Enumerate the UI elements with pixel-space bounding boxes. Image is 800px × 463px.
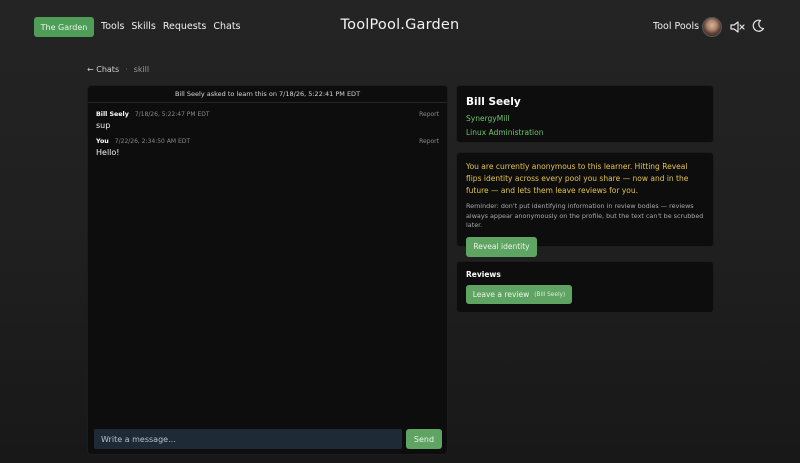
- message-author: Bill Seely: [96, 111, 129, 118]
- breadcrumb: ← Chats · skill: [87, 65, 149, 74]
- message-timestamp: 7/22/26, 2:34:50 AM EDT: [114, 138, 191, 145]
- volume-mute-icon[interactable]: [729, 19, 745, 35]
- reviews-card: Reviews Leave a review (Bill Seely): [456, 261, 714, 313]
- message-header: Bill Seely 7/18/26, 5:22:47 PM EDT: [96, 111, 439, 118]
- report-link[interactable]: Report: [419, 138, 439, 145]
- anonymity-card: You are currently anonymous to this lear…: [456, 152, 714, 257]
- reviews-title: Reviews: [466, 270, 501, 279]
- tool-pools-link[interactable]: Tool Pools: [653, 21, 699, 32]
- the-garden-button[interactable]: The Garden: [34, 17, 94, 37]
- nav-requests[interactable]: Requests: [163, 21, 207, 32]
- breadcrumb-separator: ·: [125, 65, 128, 74]
- message-body: Hello!: [96, 148, 120, 157]
- anonymity-warning: You are currently anonymous to this lear…: [466, 162, 689, 195]
- report-link[interactable]: Report: [419, 111, 439, 118]
- leave-review-button[interactable]: Leave a review (Bill Seely): [466, 285, 572, 304]
- learner-org-link[interactable]: SynergyMill: [466, 114, 704, 123]
- chat-request-banner: Bill Seely asked to learn this on 7/18/2…: [88, 86, 447, 103]
- message-composer: Send: [94, 429, 442, 450]
- chat-message: You 7/22/26, 2:34:50 AM EDT Report Hello…: [88, 138, 447, 157]
- message-header: You 7/22/26, 2:34:50 AM EDT: [96, 138, 439, 145]
- learner-profile-card: Bill Seely SynergyMill Linux Administrat…: [456, 85, 714, 143]
- leave-review-label: Leave a review: [472, 290, 530, 299]
- review-reminder: Reminder: don't put identifying informat…: [466, 202, 704, 229]
- review-target-name: (Bill Seely): [534, 291, 566, 298]
- top-header: The Garden Tools Skills Requests Chats T…: [0, 0, 800, 54]
- message-author: You: [96, 138, 109, 145]
- reveal-identity-button[interactable]: Reveal identity: [466, 236, 537, 257]
- skill-link[interactable]: Linux Administration: [466, 128, 704, 137]
- message-body: sup: [96, 121, 111, 130]
- breadcrumb-current: skill: [133, 65, 150, 74]
- avatar[interactable]: [702, 17, 722, 37]
- chat-message: Bill Seely 7/18/26, 5:22:47 PM EDT Repor…: [88, 111, 447, 130]
- chat-panel: Bill Seely asked to learn this on 7/18/2…: [87, 85, 448, 455]
- dark-mode-moon-icon[interactable]: [751, 19, 765, 33]
- back-to-chats-link[interactable]: ← Chats: [87, 65, 119, 74]
- main-nav: Tools Skills Requests Chats: [101, 21, 248, 32]
- nav-skills[interactable]: Skills: [131, 21, 155, 32]
- message-timestamp: 7/18/26, 5:22:47 PM EDT: [134, 111, 210, 118]
- nav-chats[interactable]: Chats: [213, 21, 240, 32]
- learner-name: Bill Seely: [466, 96, 521, 108]
- send-button[interactable]: Send: [406, 429, 442, 449]
- nav-tools[interactable]: Tools: [101, 21, 124, 32]
- message-input[interactable]: [94, 429, 402, 449]
